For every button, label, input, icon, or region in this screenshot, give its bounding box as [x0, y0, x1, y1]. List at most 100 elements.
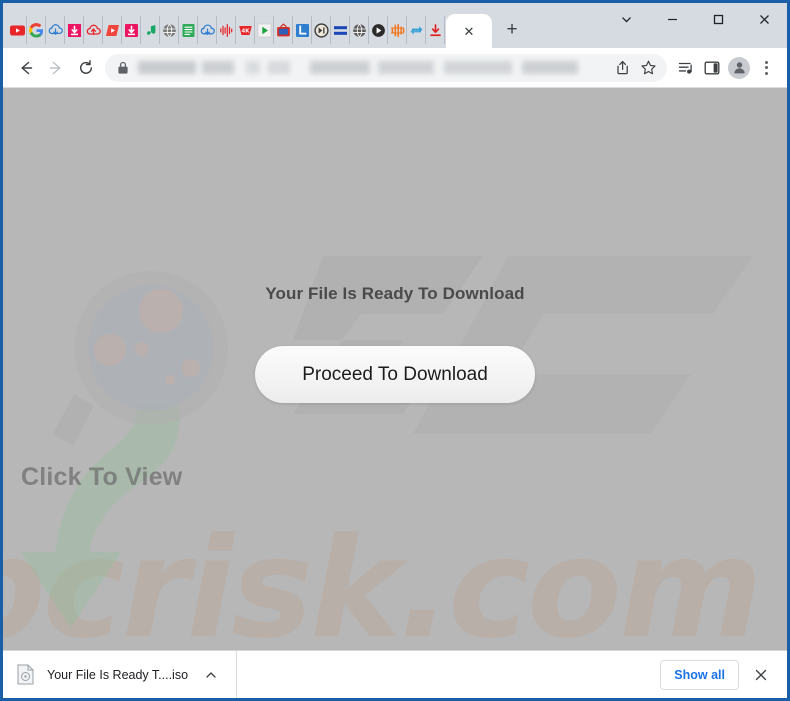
share-button[interactable]: [609, 55, 635, 81]
google-g-icon: [28, 22, 43, 38]
media-playlist-button[interactable]: [673, 55, 699, 81]
waveform-red-icon: [219, 23, 232, 37]
side-panel-icon: [704, 61, 720, 74]
pinned-tab[interactable]: [198, 16, 217, 44]
pinned-tab[interactable]: 4K: [236, 16, 255, 44]
address-bar-url[interactable]: [138, 61, 609, 74]
lock-icon: [118, 61, 128, 74]
menu-dot: [764, 71, 768, 75]
pinned-tab[interactable]: [388, 16, 407, 44]
download-prompt: Your File Is Ready To Download Proceed T…: [3, 284, 787, 403]
cloud-download-outline-icon: [200, 24, 215, 35]
cloud-download-blue-icon: [48, 23, 63, 35]
download-shelf: Your File Is Ready T....iso Show all: [3, 650, 787, 698]
click-to-view-label: Click To View: [21, 463, 183, 491]
list-document-green-icon: [182, 23, 194, 37]
cloud-upload-red-icon: [86, 24, 101, 35]
pinned-tab[interactable]: [8, 16, 27, 44]
side-panel-button[interactable]: [699, 55, 725, 81]
svg-text:4K: 4K: [241, 28, 250, 34]
forward-button[interactable]: [41, 53, 71, 83]
play-green-icon: [257, 23, 271, 37]
menu-dot: [764, 60, 768, 64]
globe-dark-icon: [352, 23, 366, 37]
4k-video-red-icon: 4K: [238, 25, 252, 35]
play-circle-dark-icon: [371, 23, 385, 37]
close-icon: [755, 669, 767, 680]
close-shelf-button[interactable]: [747, 661, 775, 689]
back-button[interactable]: [11, 53, 41, 83]
window-controls: [603, 3, 787, 35]
browser-toolbar: [3, 48, 787, 88]
profile-avatar[interactable]: [728, 56, 750, 79]
reload-icon: [79, 59, 93, 74]
blue-bars-icon: [333, 25, 347, 35]
pinned-tab[interactable]: [293, 16, 312, 44]
proceed-to-download-button[interactable]: Proceed To Download: [255, 346, 535, 403]
new-tab-button[interactable]: +: [498, 16, 526, 44]
pinned-tab[interactable]: [65, 16, 84, 44]
green-down-arrow-icon: [21, 404, 180, 628]
pinned-tab[interactable]: [331, 16, 350, 44]
download-menu-chevron-up-icon[interactable]: [200, 664, 222, 686]
globe-gray-icon: [162, 23, 176, 37]
three-dot-menu-button[interactable]: [753, 55, 779, 81]
chevron-down-icon: [621, 16, 631, 23]
download-box-red-icon: [124, 23, 138, 37]
minimize-button[interactable]: [649, 3, 695, 35]
bookmark-star-icon: [640, 60, 656, 75]
page-viewport: pcrisk.com Click To View Your File Is Re: [3, 88, 787, 650]
share-icon: [616, 60, 628, 75]
pinned-tab[interactable]: [122, 16, 141, 44]
bookmark-button[interactable]: [635, 55, 661, 81]
address-bar[interactable]: [105, 53, 667, 82]
youtube-icon: [9, 25, 25, 35]
pinned-tab[interactable]: [141, 16, 160, 44]
page-headline: Your File Is Ready To Download: [265, 284, 525, 303]
tab-search-button[interactable]: [603, 3, 649, 35]
pinned-tab[interactable]: [426, 16, 445, 44]
media-playlist-icon: [678, 62, 692, 74]
browser-window: 4K ✕ + pcrisk.com Click To View Your Fil…: [0, 0, 790, 701]
pinned-tab[interactable]: [312, 16, 331, 44]
iso-file-icon: [17, 664, 34, 685]
menu-dot: [764, 66, 768, 69]
maximize-icon: [713, 14, 723, 24]
pinned-tab[interactable]: [369, 16, 388, 44]
convert-arrows-blue-icon: [410, 25, 422, 35]
show-all-button[interactable]: Show all: [660, 659, 739, 690]
pcrisk-watermark-text: pcrisk.com: [3, 508, 763, 650]
tab-active[interactable]: ✕: [446, 14, 492, 48]
minimize-icon: [667, 18, 677, 20]
site-secure-lock-icon[interactable]: [117, 61, 129, 75]
close-icon[interactable]: ✕: [461, 23, 477, 39]
back-arrow-icon: [21, 61, 33, 74]
download-filename: Your File Is Ready T....iso: [47, 667, 189, 682]
pinned-tab[interactable]: [255, 16, 274, 44]
pinned-tab[interactable]: [160, 16, 179, 44]
pinned-tab[interactable]: [103, 16, 122, 44]
chevron-up-icon: [206, 671, 216, 678]
play-pause-circle-icon: [313, 22, 329, 38]
pinned-tab[interactable]: [84, 16, 103, 44]
pinned-tab[interactable]: [407, 16, 426, 44]
download-item[interactable]: Your File Is Ready T....iso: [17, 651, 238, 698]
pinned-tab[interactable]: [179, 16, 198, 44]
pinned-tab[interactable]: [217, 16, 236, 44]
pinned-tab[interactable]: [274, 16, 293, 44]
close-window-button[interactable]: [741, 3, 787, 35]
download-underline-red-icon: [429, 23, 441, 36]
pinned-tab[interactable]: [27, 16, 46, 44]
forward-arrow-icon: [49, 61, 61, 74]
pinned-tab[interactable]: [350, 16, 369, 44]
download-box-pink-icon: [67, 23, 81, 37]
close-icon: [759, 14, 769, 24]
pinned-tab[interactable]: [46, 16, 65, 44]
pinned-tabs: 4K: [8, 16, 445, 48]
orange-waveform-icon: [390, 23, 404, 37]
maximize-button[interactable]: [695, 3, 741, 35]
tv-red-icon: [276, 22, 290, 36]
video-play-red-icon: [105, 24, 119, 36]
reload-button[interactable]: [71, 53, 101, 83]
music-note-green-icon: [146, 24, 155, 35]
